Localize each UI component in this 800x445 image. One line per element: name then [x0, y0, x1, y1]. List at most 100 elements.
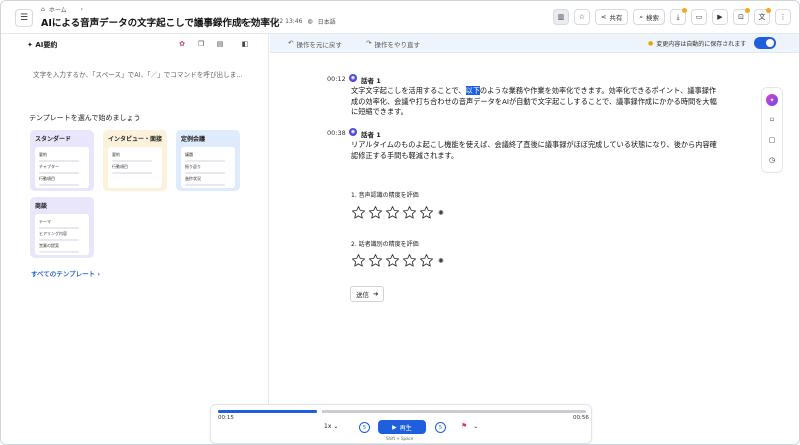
- autosave-toggle[interactable]: [754, 37, 776, 49]
- search-label: 検索: [646, 14, 659, 22]
- breadcrumb-home[interactable]: ホーム: [49, 5, 67, 14]
- bookmark-button[interactable]: ⌑: [766, 114, 778, 126]
- top-header: ☰ ⌂ ホーム › AIによる音声データの文字起こしで議事録作成を効率化 ▦ 2…: [1, 1, 799, 34]
- media-button[interactable]: ▶: [712, 9, 728, 25]
- segment-time[interactable]: 00:38: [327, 129, 346, 137]
- play-label: 再生: [399, 424, 412, 432]
- sparkle-icon: ✦: [769, 96, 775, 104]
- history-button[interactable]: ◷: [766, 154, 778, 166]
- template-item: テーマ: [39, 219, 51, 224]
- placeholder-line: [39, 227, 80, 229]
- placeholder-line: [185, 160, 226, 162]
- placeholder-line: [39, 239, 80, 241]
- all-templates-link[interactable]: すべてのテンプレート ›: [31, 268, 100, 278]
- undo-button[interactable]: ↶ 操作を元に戻す: [288, 39, 342, 49]
- clock-icon: ◷: [768, 156, 776, 164]
- audio-player: 00:15 00:56 1x ⌄ 5 ▶ 再生 Shift + Space 5 ⚑ ⌄: [210, 404, 592, 444]
- template-card-sales[interactable]: 商談 テーマ ヒアリング内容 営業の提案: [30, 197, 94, 258]
- comment-icon: ▢: [768, 136, 776, 144]
- translate-button[interactable]: 文: [754, 8, 771, 25]
- notification-dot: [682, 8, 687, 13]
- segment-text[interactable]: リアルタイムのものよ起こし機能を使えば、会議終了直後に議事録がほぼ完成している状…: [351, 140, 717, 161]
- template-card-regular-meeting[interactable]: 定例会議 議題 振り返り 進捗状況: [176, 130, 240, 191]
- panel-collapse-icon: ◧: [241, 40, 249, 48]
- more-button[interactable]: ⋮: [775, 9, 791, 25]
- placeholder-line: [185, 172, 226, 174]
- export-icon: ⊡: [738, 13, 744, 21]
- play-icon: ▶: [392, 423, 397, 431]
- comment-button[interactable]: ▤: [215, 39, 225, 49]
- panel-collapse-button[interactable]: ◧: [240, 39, 250, 49]
- comments-button[interactable]: ▢: [766, 134, 778, 146]
- rating-star[interactable]: [402, 253, 417, 268]
- progress-handle[interactable]: [317, 409, 323, 414]
- template-item: 振り返り: [185, 164, 201, 169]
- chevron-right-icon: ›: [80, 6, 84, 13]
- template-card-standard[interactable]: スタンダード 要約 チャプター 行動項目: [30, 130, 94, 191]
- template-card-interview[interactable]: インタビュー・面接 要約 行動項目: [103, 130, 167, 191]
- speaker-name[interactable]: 話者 1: [361, 75, 381, 85]
- menu-button[interactable]: ☰: [15, 9, 33, 27]
- speaker-avatar: ◉: [349, 74, 357, 82]
- ai-assistant-button[interactable]: ✦: [766, 94, 778, 106]
- chevron-down-icon: ⌄: [473, 422, 479, 430]
- speaker-name[interactable]: 話者 1: [361, 129, 381, 139]
- rating-star[interactable]: [351, 253, 366, 268]
- rating-star[interactable]: [368, 253, 383, 268]
- rating-star[interactable]: [368, 205, 383, 220]
- survey-question-1: 1. 音声認識の精度を評価: [351, 192, 419, 199]
- bookmark-icon: ⌑: [770, 116, 774, 124]
- template-preview: テーマ ヒアリング内容 営業の提案: [35, 214, 89, 255]
- rating-star[interactable]: [385, 205, 400, 220]
- rating-star[interactable]: [385, 253, 400, 268]
- chevron-down-icon: ⌄: [333, 423, 339, 430]
- selected-text: 以下: [465, 86, 480, 95]
- header-actions: ▥ ☆ ⋖ 共有 ⌕ 検索 ⤓ ▭ ▶ ⊡ 文 ⋮: [552, 8, 791, 25]
- redo-label: 操作をやり直す: [374, 41, 420, 49]
- segment-time[interactable]: 00:12: [327, 75, 346, 83]
- ai-summary-tab[interactable]: ✦ AI要約: [27, 40, 57, 50]
- rating-star[interactable]: [351, 205, 366, 220]
- progress-fill: [218, 410, 318, 413]
- speed-select[interactable]: 1x ⌄: [324, 423, 338, 430]
- page-date: 2025/01/22 13:46: [248, 18, 303, 25]
- redo-button[interactable]: ↷ 操作をやり直す: [366, 39, 420, 49]
- export-button[interactable]: ⊡: [733, 8, 750, 25]
- transcript-segment: 00:12 ◉ 話者 1 文字文字起こしを活用することで、以下のような業務や作業…: [327, 74, 717, 118]
- ai-model-button[interactable]: ✿: [177, 39, 187, 49]
- rating-star[interactable]: [402, 205, 417, 220]
- media-icon: ▶: [717, 13, 723, 21]
- notification-dot: [766, 8, 771, 13]
- bookmark-icon: ⚑: [461, 422, 468, 430]
- transcript-segment: 00:38 ◉ 話者 1 リアルタイムのものよ起こし機能を使えば、会議終了直後に…: [327, 128, 717, 161]
- skip-forward-button[interactable]: 5: [435, 422, 446, 433]
- rating-star[interactable]: [419, 253, 434, 268]
- search-button[interactable]: ⌕ 検索: [633, 9, 665, 25]
- breadcrumb: ⌂ ホーム ›: [41, 5, 83, 14]
- comment-icon: ▤: [216, 40, 224, 48]
- progress-bar[interactable]: [218, 409, 586, 414]
- send-button[interactable]: 送信 ➔: [350, 286, 385, 302]
- sidebar-toggle-button[interactable]: ▥: [552, 9, 569, 25]
- ai-prompt-input[interactable]: 文字を入力するか、「スペース」でAI、「／」でコマンドを呼び出しま...: [33, 69, 243, 79]
- page-language[interactable]: 日本語: [318, 17, 336, 26]
- redo-icon: ↷: [366, 39, 372, 47]
- favorite-button[interactable]: ☆: [573, 9, 590, 25]
- download-button[interactable]: ⤓: [670, 8, 687, 25]
- share-button[interactable]: ⋖ 共有: [594, 9, 629, 25]
- bookmark-menu[interactable]: ⚑ ⌄: [461, 422, 478, 430]
- play-button[interactable]: ▶ 再生: [378, 420, 426, 434]
- template-preview: 要約 行動項目: [108, 147, 162, 188]
- right-tool-rail: ✦ ⌑ ▢ ◷: [761, 87, 783, 173]
- notification-dot: [745, 8, 750, 13]
- template-item: ヒアリング内容: [39, 231, 67, 236]
- skip-back-button[interactable]: 5: [359, 422, 370, 433]
- ai-panel-tools: ✿ ❐ ▤: [177, 39, 225, 49]
- copy-button[interactable]: ❐: [196, 39, 206, 49]
- template-title: インタビュー・面接: [108, 136, 163, 143]
- rating-star[interactable]: [419, 205, 434, 220]
- placeholder-line: [112, 172, 153, 174]
- calendar-icon: ▦: [238, 18, 244, 25]
- segment-text[interactable]: 文字文字起こしを活用することで、以下のような業務や作業を効率化できます。効率化で…: [351, 86, 717, 118]
- folder-button[interactable]: ▭: [691, 9, 707, 25]
